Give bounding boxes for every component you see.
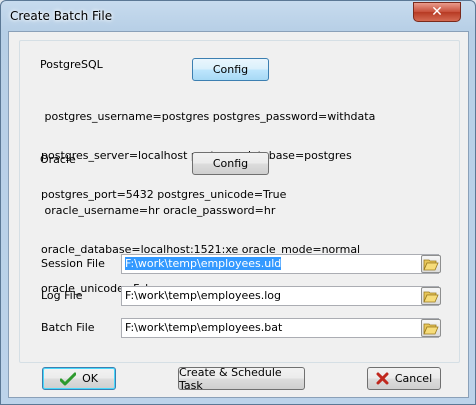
log-file-input[interactable]: F:\work\temp\employees.log bbox=[121, 286, 439, 306]
oracle-heading: Oracle bbox=[40, 153, 76, 166]
cancel-label: Cancel bbox=[394, 372, 433, 385]
log-file-label: Log File bbox=[41, 289, 83, 302]
session-file-value: F:\work\temp\employees.uld bbox=[125, 257, 282, 270]
close-button[interactable]: ✕ bbox=[413, 2, 461, 22]
close-icon: ✕ bbox=[431, 4, 443, 20]
settings-group: PostgreSQL Config postgres_username=post… bbox=[19, 40, 460, 363]
batch-file-label: Batch File bbox=[41, 321, 95, 334]
cancel-button[interactable]: Cancel bbox=[367, 367, 441, 390]
session-file-browse-button[interactable] bbox=[421, 255, 441, 273]
oracle-config-label: Config bbox=[212, 157, 249, 170]
batch-file-value: F:\work\temp\employees.bat bbox=[125, 321, 283, 334]
folder-open-icon bbox=[423, 259, 439, 270]
postgres-heading: PostgreSQL bbox=[40, 58, 103, 71]
folder-open-icon bbox=[423, 291, 439, 302]
log-file-browse-button[interactable] bbox=[421, 287, 441, 305]
checkmark-icon bbox=[60, 372, 77, 385]
create-schedule-task-button[interactable]: Create & Schedule Task bbox=[178, 365, 305, 392]
postgres-config-label: Config bbox=[212, 63, 249, 76]
ok-button[interactable]: OK bbox=[42, 367, 116, 390]
window-title: Create Batch File bbox=[10, 9, 113, 23]
oracle-info-line: oracle_username=hr oracle_password=hr bbox=[41, 204, 276, 217]
oracle-config-button[interactable]: Config bbox=[192, 152, 269, 175]
postgres-config-button[interactable]: Config bbox=[192, 58, 269, 81]
dialog-client-area: PostgreSQL Config postgres_username=post… bbox=[8, 31, 469, 398]
batch-file-browse-button[interactable] bbox=[421, 319, 441, 337]
session-file-label: Session File bbox=[41, 257, 105, 270]
dialog-window: Create Batch File ✕ PostgreSQL Config po… bbox=[0, 0, 476, 405]
cross-icon bbox=[376, 372, 389, 385]
ok-label: OK bbox=[82, 372, 98, 385]
session-file-input[interactable]: F:\work\temp\employees.uld bbox=[121, 254, 439, 274]
batch-file-input[interactable]: F:\work\temp\employees.bat bbox=[121, 318, 439, 338]
postgres-info-line: postgres_username=postgres postgres_pass… bbox=[41, 110, 376, 123]
create-schedule-task-label: Create & Schedule Task bbox=[179, 365, 282, 392]
title-bar[interactable]: Create Batch File ✕ bbox=[1, 1, 475, 31]
log-file-value: F:\work\temp\employees.log bbox=[125, 289, 281, 302]
folder-open-icon bbox=[423, 323, 439, 334]
